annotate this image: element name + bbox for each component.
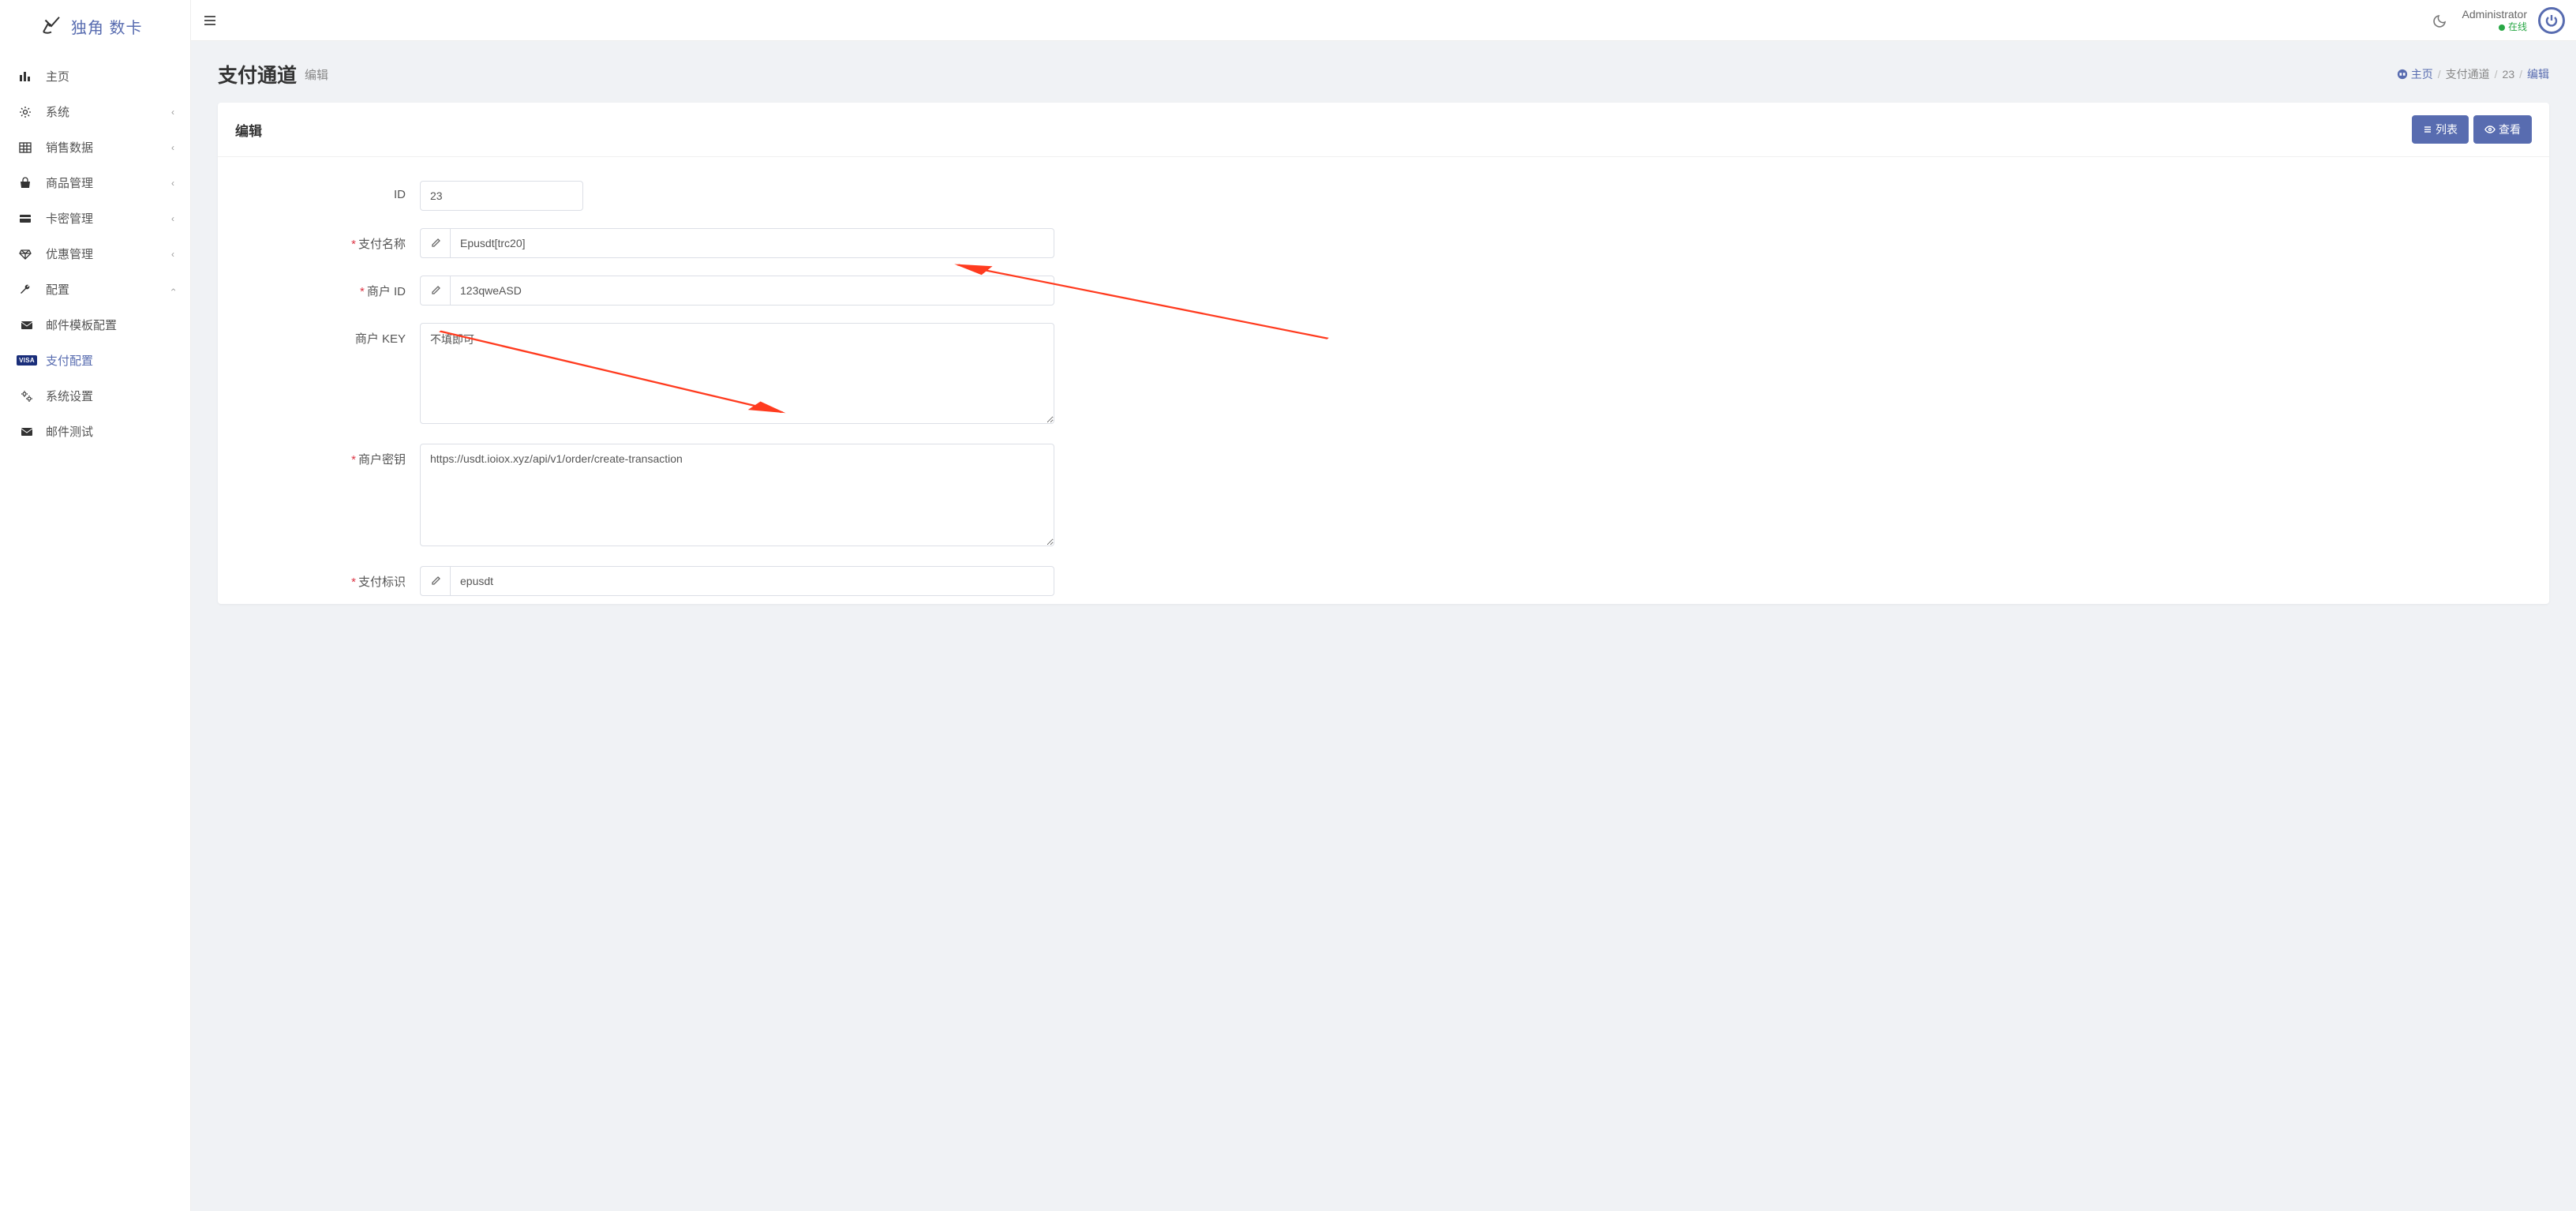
unicorn-icon bbox=[39, 14, 63, 38]
textarea-merchant-secret[interactable]: https://usdt.ioiox.xyz/api/v1/order/crea… bbox=[420, 444, 1054, 546]
breadcrumb-sep: / bbox=[2438, 68, 2441, 81]
gears-icon bbox=[17, 390, 36, 403]
sidebar-item-cards[interactable]: 卡密管理 ‹ bbox=[0, 201, 190, 236]
label-text: 支付名称 bbox=[358, 238, 406, 251]
label-merchant-id: *商户 ID bbox=[249, 276, 420, 299]
chevron-left-icon: ‹ bbox=[171, 107, 174, 118]
gear-icon bbox=[16, 106, 35, 118]
chevron-down-icon: › bbox=[167, 288, 178, 291]
bars-icon bbox=[16, 70, 35, 83]
row-merchant-secret: *商户密钥 https://usdt.ioiox.xyz/api/v1/orde… bbox=[249, 444, 2518, 549]
view-button[interactable]: 查看 bbox=[2473, 115, 2532, 144]
wrench-icon bbox=[16, 283, 35, 296]
logout-button[interactable] bbox=[2538, 7, 2565, 34]
sidebar-menu: 主页 系统 ‹ 销售数据 ‹ 商品管理 ‹ bbox=[0, 54, 190, 449]
user-status: 在线 bbox=[2462, 21, 2527, 34]
button-label: 查看 bbox=[2499, 122, 2521, 137]
input-id[interactable] bbox=[420, 181, 583, 211]
label-text: 支付标识 bbox=[358, 576, 406, 589]
status-dot-icon bbox=[2499, 24, 2505, 31]
breadcrumb: 主页 / 支付通道 / 23 / 编辑 bbox=[2397, 66, 2549, 82]
sidebar-item-config[interactable]: 配置 › bbox=[0, 272, 190, 307]
sidebar-item-label: 销售数据 bbox=[46, 139, 171, 156]
label-text: 商户 ID bbox=[367, 285, 406, 298]
sidebar-item-label: 邮件测试 bbox=[46, 423, 174, 440]
sidebar-item-label: 系统设置 bbox=[46, 388, 174, 404]
sidebar-sub-mail-template[interactable]: 邮件模板配置 bbox=[0, 307, 190, 343]
brand-logo[interactable]: 独角 数卡 bbox=[0, 0, 190, 54]
topbar: Administrator 在线 bbox=[191, 0, 2576, 41]
visa-icon: VISA bbox=[17, 355, 36, 366]
breadcrumb-sep: / bbox=[2519, 68, 2522, 81]
label-merchant-key: 商户 KEY bbox=[249, 323, 420, 347]
user-info: Administrator 在线 bbox=[2462, 7, 2527, 34]
sidebar-item-label: 卡密管理 bbox=[46, 210, 171, 227]
sidebar-item-products[interactable]: 商品管理 ‹ bbox=[0, 165, 190, 201]
breadcrumb-label: 主页 bbox=[2411, 66, 2433, 82]
button-label: 列表 bbox=[2436, 122, 2458, 137]
breadcrumb-l2[interactable]: 支付通道 bbox=[2446, 66, 2490, 82]
breadcrumb-home[interactable]: 主页 bbox=[2397, 66, 2433, 82]
sidebar-sub-payment-config[interactable]: VISA 支付配置 bbox=[0, 343, 190, 378]
sidebar-item-label: 邮件模板配置 bbox=[46, 317, 174, 333]
list-button[interactable]: 列表 bbox=[2412, 115, 2469, 144]
input-pay-sign[interactable] bbox=[450, 566, 1054, 596]
user-name: Administrator bbox=[2462, 7, 2527, 21]
sidebar-item-label: 优惠管理 bbox=[46, 246, 171, 262]
label-merchant-secret: *商户密钥 bbox=[249, 444, 420, 467]
sidebar-sub-mail-test[interactable]: 邮件测试 bbox=[0, 414, 190, 449]
sidebar-item-label: 商品管理 bbox=[46, 174, 171, 191]
label-id: ID bbox=[249, 181, 420, 201]
diamond-icon bbox=[16, 248, 35, 261]
card-title: 编辑 bbox=[235, 120, 2407, 140]
row-pay-name: *支付名称 bbox=[249, 228, 2518, 258]
card-icon bbox=[16, 212, 35, 225]
chevron-left-icon: ‹ bbox=[171, 249, 174, 260]
edit-form: ID *支付名称 bbox=[218, 157, 2549, 604]
label-pay-sign: *支付标识 bbox=[249, 566, 420, 590]
sidebar-item-label: 主页 bbox=[46, 68, 174, 84]
breadcrumb-l3[interactable]: 23 bbox=[2503, 68, 2515, 81]
edit-icon[interactable] bbox=[420, 566, 450, 596]
row-pay-sign: *支付标识 bbox=[249, 566, 2518, 596]
edit-icon[interactable] bbox=[420, 228, 450, 258]
chevron-left-icon: ‹ bbox=[171, 142, 174, 153]
label-pay-name: *支付名称 bbox=[249, 228, 420, 252]
bag-icon bbox=[16, 177, 35, 189]
breadcrumb-l4: 编辑 bbox=[2527, 66, 2549, 82]
row-merchant-id: *商户 ID bbox=[249, 276, 2518, 306]
sidebar-item-label: 支付配置 bbox=[46, 352, 174, 369]
page-header: 支付通道 编辑 主页 / 支付通道 / 23 / 编辑 bbox=[191, 41, 2576, 103]
breadcrumb-sep: / bbox=[2495, 68, 2498, 81]
sidebar-item-discount[interactable]: 优惠管理 ‹ bbox=[0, 236, 190, 272]
sidebar-item-label: 系统 bbox=[46, 103, 171, 120]
chevron-left-icon: ‹ bbox=[171, 213, 174, 224]
label-text: 商户密钥 bbox=[358, 453, 406, 467]
row-merchant-key: 商户 KEY 不填即可 bbox=[249, 323, 2518, 426]
sidebar-sub-system-settings[interactable]: 系统设置 bbox=[0, 378, 190, 414]
status-text: 在线 bbox=[2508, 21, 2527, 34]
textarea-merchant-key[interactable]: 不填即可 bbox=[420, 323, 1054, 424]
edit-icon[interactable] bbox=[420, 276, 450, 306]
menu-toggle-icon[interactable] bbox=[202, 0, 2429, 44]
dark-mode-toggle[interactable] bbox=[2429, 9, 2451, 32]
row-id: ID bbox=[249, 181, 2518, 211]
envelope-icon bbox=[17, 319, 36, 332]
grid-icon bbox=[16, 141, 35, 154]
main: Administrator 在线 支付通道 编辑 主页 / bbox=[191, 0, 2576, 1211]
input-pay-name[interactable] bbox=[450, 228, 1054, 258]
page-title: 支付通道 bbox=[218, 60, 297, 88]
sidebar: 独角 数卡 主页 系统 ‹ 销售数据 ‹ bbox=[0, 0, 191, 1211]
brand-text: 独角 数卡 bbox=[71, 15, 143, 38]
sidebar-item-system[interactable]: 系统 ‹ bbox=[0, 94, 190, 129]
sidebar-item-home[interactable]: 主页 bbox=[0, 58, 190, 94]
chevron-left-icon: ‹ bbox=[171, 178, 174, 189]
sidebar-item-label: 配置 bbox=[46, 281, 171, 298]
page-subtitle: 编辑 bbox=[305, 66, 328, 83]
sidebar-item-sales[interactable]: 销售数据 ‹ bbox=[0, 129, 190, 165]
envelope-icon bbox=[17, 426, 36, 438]
edit-card: 编辑 列表 查看 ID bbox=[218, 103, 2549, 604]
card-header: 编辑 列表 查看 bbox=[218, 103, 2549, 157]
input-merchant-id[interactable] bbox=[450, 276, 1054, 306]
